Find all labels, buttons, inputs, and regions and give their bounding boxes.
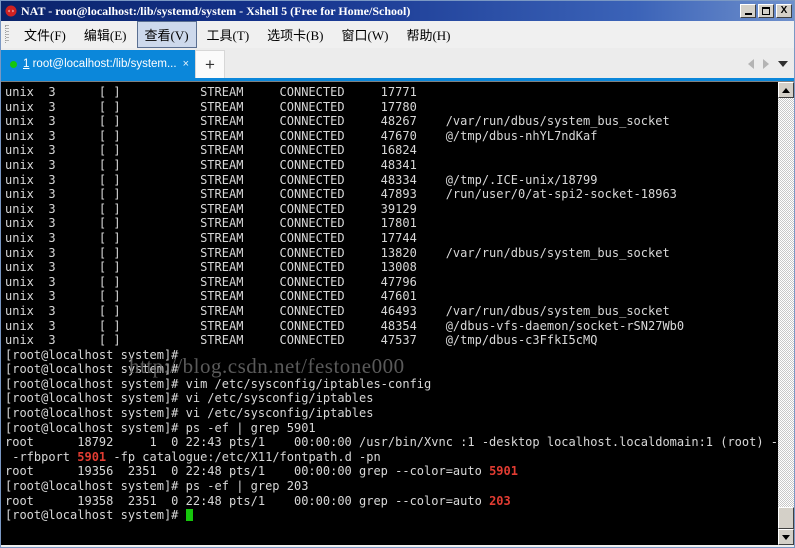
terminal-line: unix 3 [ ] STREAM CONNECTED 48334 @/tmp/… <box>5 172 598 187</box>
terminal-line: root 19356 2351 0 22:48 pts/1 00:00:00 g… <box>5 464 777 479</box>
tab-close-icon[interactable]: × <box>183 58 189 70</box>
terminal-line: unix 3 [ ] STREAM CONNECTED 17771 <box>5 85 417 99</box>
terminal-line: [root@localhost system]# <box>5 362 179 377</box>
app-icon <box>4 4 18 18</box>
xshell-window: NAT - root@localhost:/lib/systemd/system… <box>0 0 795 548</box>
scroll-up-button[interactable] <box>778 82 794 98</box>
terminal-cursor <box>185 509 193 522</box>
connection-status-icon <box>10 60 17 68</box>
terminal-text: -rfbport <box>5 449 78 464</box>
terminal-line: [root@localhost system]# vim /etc/syscon… <box>5 376 432 391</box>
new-tab-button[interactable]: + <box>195 50 226 78</box>
scrollbar-thumb[interactable] <box>778 507 794 529</box>
tab-title: root@localhost:/lib/system... <box>29 58 177 70</box>
grep-match-highlight: 5901 <box>77 449 107 464</box>
minimize-button[interactable] <box>740 4 756 18</box>
terminal-area: unix 3 [ ] STREAM CONNECTED 17771 unix 3 … <box>1 81 794 545</box>
terminal-line: unix 3 [ ] STREAM CONNECTED 47670 @/tmp/… <box>5 128 598 143</box>
chevron-down-icon <box>782 534 790 540</box>
terminal-text: -fp catalogue:/etc/X11/fontpath.d -pn <box>106 449 381 464</box>
close-button[interactable]: X <box>776 4 792 18</box>
terminal-line: unix 3 [ ] STREAM CONNECTED 47601 <box>5 289 417 304</box>
terminal-line: [root@localhost system]# ps -ef | grep 5… <box>5 420 316 435</box>
terminal-line: unix 3 [ ] STREAM CONNECTED 46493 /var/r… <box>5 303 670 318</box>
terminal-line: unix 3 [ ] STREAM CONNECTED 47796 <box>5 274 417 289</box>
terminal-output[interactable]: unix 3 [ ] STREAM CONNECTED 17771 unix 3 … <box>1 82 777 545</box>
terminal-line: unix 3 [ ] STREAM CONNECTED 47537 @/tmp/… <box>5 333 598 348</box>
terminal-text: root 19356 2351 0 22:48 pts/1 00:00:00 g… <box>5 464 490 479</box>
maximize-icon <box>762 7 770 15</box>
terminal-line: [root@localhost system]# <box>5 508 777 523</box>
terminal-line: unix 3 [ ] STREAM CONNECTED 13820 /var/r… <box>5 245 670 260</box>
menu-item-help[interactable]: 帮助(H) <box>398 21 458 48</box>
terminal-line: [root@localhost system]# vi /etc/sysconf… <box>5 391 374 406</box>
tab-scroll-left-icon[interactable] <box>748 59 754 69</box>
terminal-line: unix 3 [ ] STREAM CONNECTED 16824 <box>5 143 417 158</box>
scroll-down-button[interactable] <box>778 529 794 545</box>
terminal-line: unix 3 [ ] STREAM CONNECTED 13008 <box>5 260 417 275</box>
tab-navigation <box>748 50 794 78</box>
terminal-line: [root@localhost system]# ps -ef | grep 2… <box>5 479 309 494</box>
terminal-line: unix 3 [ ] STREAM CONNECTED 17801 <box>5 216 417 231</box>
menu-item-window[interactable]: 窗口(W) <box>334 21 397 48</box>
terminal-line: unix 3 [ ] STREAM CONNECTED 17744 <box>5 230 417 245</box>
menu-item-tools[interactable]: 工具(T) <box>199 21 258 48</box>
window-title: NAT - root@localhost:/lib/systemd/system… <box>21 3 411 18</box>
maximize-button[interactable] <box>758 4 774 18</box>
minimize-icon <box>744 12 752 15</box>
terminal-scrollbar[interactable] <box>777 82 794 545</box>
terminal-line: -rfbport 5901 -fp catalogue:/etc/X11/fon… <box>5 450 777 465</box>
terminal-text: [root@localhost system]# <box>5 508 186 523</box>
tab-label: 1 root@localhost:/lib/system... <box>23 58 177 70</box>
terminal-line: unix 3 [ ] STREAM CONNECTED 48354 @/dbus… <box>5 318 685 333</box>
tab-session-1[interactable]: 1 root@localhost:/lib/system... × <box>1 50 196 78</box>
tab-scroll-right-icon[interactable] <box>763 59 769 69</box>
terminal-line: [root@localhost system]# vi /etc/sysconf… <box>5 406 374 421</box>
menu-item-tabs[interactable]: 选项卡(B) <box>259 21 331 48</box>
terminal-line: unix 3 [ ] STREAM CONNECTED 39129 <box>5 201 417 216</box>
menu-item-view[interactable]: 查看(V) <box>136 20 197 48</box>
terminal-line: unix 3 [ ] STREAM CONNECTED 17780 <box>5 99 417 114</box>
chevron-up-icon <box>782 87 790 93</box>
menu-bar: 文件(F) 编辑(E) 查看(V) 工具(T) 选项卡(B) 窗口(W) 帮助(… <box>1 20 794 48</box>
terminal-line: unix 3 [ ] STREAM CONNECTED 48267 /var/r… <box>5 114 670 129</box>
terminal-line: unix 3 [ ] STREAM CONNECTED 47893 /run/u… <box>5 187 677 202</box>
window-controls: X <box>740 4 792 18</box>
menu-item-file[interactable]: 文件(F) <box>16 21 74 48</box>
close-icon: X <box>780 5 788 16</box>
terminal-line: root 18792 1 0 22:43 pts/1 00:00:00 /usr… <box>5 435 777 450</box>
terminal-text: root 19358 2351 0 22:48 pts/1 00:00:00 g… <box>5 493 490 508</box>
terminal-line: unix 3 [ ] STREAM CONNECTED 48341 <box>5 157 417 172</box>
tab-bar: 1 root@localhost:/lib/system... × + <box>1 48 794 81</box>
title-bar[interactable]: NAT - root@localhost:/lib/systemd/system… <box>1 1 794 21</box>
grep-match-highlight: 203 <box>489 493 511 508</box>
terminal-line: root 19358 2351 0 22:48 pts/1 00:00:00 g… <box>5 494 777 509</box>
tab-list-dropdown-icon[interactable] <box>778 61 788 67</box>
scrollbar-track[interactable] <box>778 98 794 529</box>
menu-drag-handle[interactable] <box>5 25 11 43</box>
window-bottom-edge <box>1 545 794 547</box>
terminal-line: [root@localhost system]# <box>5 347 179 362</box>
grep-match-highlight: 5901 <box>489 464 518 479</box>
menu-item-edit[interactable]: 编辑(E) <box>76 21 135 48</box>
